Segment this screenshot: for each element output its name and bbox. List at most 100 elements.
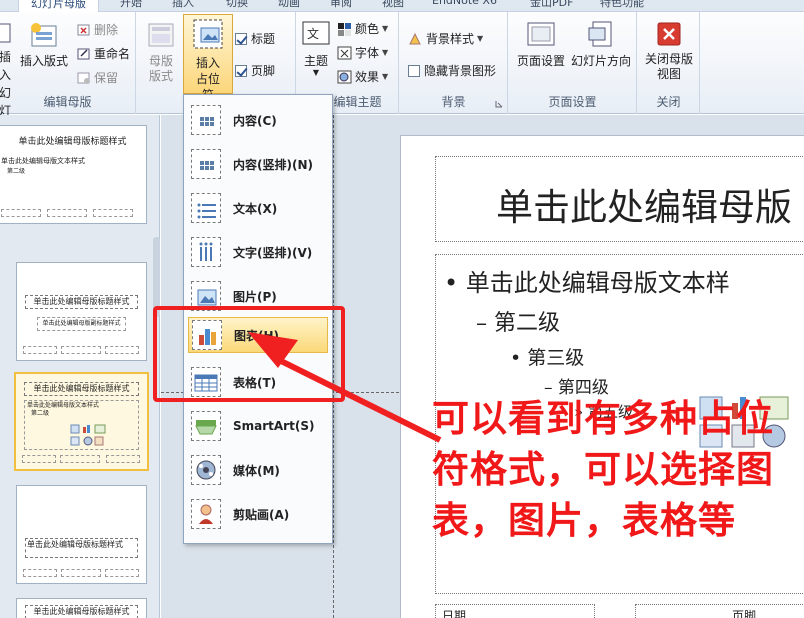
group-edit-master: 插入幻灯片母版 插入版式 删除 重命名 保留 编辑母版 [0,12,136,172]
thumbnail-master[interactable]: 单击此处编辑母版标题样式 单击此处编辑母版文本样式 第二级 [0,125,147,224]
group-background: 背景样式 ▼ 隐藏背景图形 背景 [400,12,508,114]
page-setup-label: 页面设置 [516,54,565,68]
footer-text: 页脚 [732,609,757,618]
slide-master-icon [0,23,11,43]
rename-icon [77,48,90,59]
footer-check-icon [235,64,247,77]
footer-checkbox[interactable]: 页脚 [235,62,275,79]
ribbon-tab-strip: 幻灯片母版 开始 插入 切换 动画 审阅 视图 EndNote X6 金山PDF… [0,0,804,12]
tab-insert[interactable]: 插入 [172,0,194,12]
slide-orientation-button[interactable]: 幻灯片方向 [569,20,633,69]
thumb-footer [105,569,139,577]
insert-placeholder-icon [193,19,223,49]
thumb-body: 单击此处编辑母版文本样式 [1,157,85,165]
tab-home[interactable]: 开始 [120,0,142,12]
effects-dropdown-icon: ▼ [382,72,389,81]
menu-item-clipart[interactable]: 剪贴画(A) [188,494,328,534]
tab-features[interactable]: 特色功能 [600,0,644,12]
menu-item-content[interactable]: 内容(C) [188,100,328,140]
thumb-title: 单击此处编辑母版标题样式 [25,538,138,558]
level1-text: 单击此处编辑母版文本样 [465,269,730,297]
effects-button[interactable]: 效果 ▼ [337,68,388,85]
close-master-view-label: 关闭母版视图 [645,52,694,81]
thumbnail-next-layout[interactable]: 单击此处编辑母版标题样式 [16,598,147,618]
fonts-dropdown-icon: ▼ [382,48,389,57]
group-label-background: 背景 [441,95,466,109]
hide-background-graphics-checkbox[interactable]: 隐藏背景图形 [408,62,496,79]
title-placeholder[interactable]: 单击此处编辑母版 [435,156,804,242]
background-styles-dropdown-icon: ▼ [477,34,484,43]
thumb-footer [60,455,100,463]
background-styles-button[interactable]: 背景样式 ▼ [408,30,483,47]
thumb-subtitle: 单击此处编辑母版副标题样式 [37,317,126,331]
tab-endnote[interactable]: EndNote X6 [432,0,497,12]
fonts-button[interactable]: 字体 ▼ [337,44,388,61]
master-layout-button[interactable]: 母版版式 [143,20,179,84]
insert-layout-label: 插入版式 [19,54,68,68]
date-placeholder[interactable]: 日期 [435,604,595,618]
thumbnail-title-layout[interactable]: 单击此处编辑母版标题样式 单击此处编辑母版副标题样式 [16,262,147,361]
level3-text: 第三级 [527,347,585,369]
menu-item-media[interactable]: 媒体(M) [188,450,328,490]
date-text: 日期 [442,609,467,618]
thumb-footer [1,209,41,217]
menu-item-label: 媒体(M) [233,463,280,478]
master-layout-label: 母版版式 [148,54,173,83]
delete-button[interactable]: 删除 [76,21,118,38]
colors-dropdown-icon: ▼ [382,24,389,33]
rename-label: 重命名 [94,47,131,61]
thumb-level2: 第二级 [31,410,50,417]
menu-item-text[interactable]: 文本(X) [188,188,328,228]
menu-item-label: 内容(竖排)(N) [233,157,313,172]
background-styles-label: 背景样式 [426,32,475,46]
thumb-title: 单击此处编辑母版标题样式 [24,382,139,396]
thumb-footer [61,346,101,354]
rename-button[interactable]: 重命名 [76,45,130,62]
thumb-title: 单击此处编辑母版标题样式 [18,137,127,147]
thumb-placeholder-icons [70,424,106,446]
menu-item-text-vertical[interactable]: 文字(竖排)(V) [188,232,328,272]
thumb-title: 单击此处编辑母版标题样式 [25,605,138,618]
preserve-icon [77,72,90,84]
media-icon [191,455,221,485]
thumbnail-content-layout-selected[interactable]: 单击此处编辑母版标题样式 单击此处编辑母版文本样式 第二级 [14,372,149,471]
insert-placeholder-button[interactable]: 插入占位符 ▼ [183,14,233,111]
themes-button[interactable]: 文 主题 ▼ [299,20,333,77]
footer-placeholder[interactable]: 页脚 [635,604,804,618]
smartart-icon [191,411,221,441]
insert-layout-button[interactable]: 插入版式 [16,20,72,69]
text-vertical-icon [191,237,221,267]
tab-review[interactable]: 审阅 [330,0,352,12]
tab-transitions[interactable]: 切换 [226,0,248,12]
preserve-button[interactable]: 保留 [76,69,118,86]
tab-animations[interactable]: 动画 [278,0,300,12]
clipart-icon [191,499,221,529]
slide-orientation-icon [588,21,612,47]
delete-icon [77,24,90,35]
level1-bullet: • 单击此处编辑母版文本样 [444,269,730,297]
svg-text:文: 文 [307,26,319,41]
title-check-icon [235,32,247,45]
page-setup-button[interactable]: 页面设置 [515,20,567,69]
tab-slide-master[interactable]: 幻灯片母版 [18,0,99,12]
master-layout-icon [148,23,174,47]
delete-label: 删除 [94,23,119,37]
tab-pdf[interactable]: 金山PDF [530,0,573,12]
thumbnail-scrollbar[interactable] [153,237,160,317]
close-master-view-button[interactable]: 关闭母版视图 [641,20,697,82]
menu-item-label: 文本(X) [233,201,278,216]
title-checkbox[interactable]: 标题 [235,30,275,47]
thumb-footer [105,346,139,354]
tab-view[interactable]: 视图 [382,0,404,12]
hide-background-label: 隐藏背景图形 [424,64,497,78]
colors-button[interactable]: 颜色 ▼ [337,20,388,37]
page-setup-icon [527,22,555,46]
menu-item-content-vertical[interactable]: 内容(竖排)(N) [188,144,328,184]
level3-bullet: • 第三级 [510,347,585,369]
dialog-launcher-icon[interactable] [495,100,503,108]
level2-text: 第二级 [494,311,561,336]
thumb-footer [22,455,56,463]
thumb-footer [23,346,57,354]
thumb-body-text: 单击此处编辑母版文本样式 [27,402,100,409]
thumbnail-section-layout[interactable]: 单击此处编辑母版标题样式 [16,485,147,584]
